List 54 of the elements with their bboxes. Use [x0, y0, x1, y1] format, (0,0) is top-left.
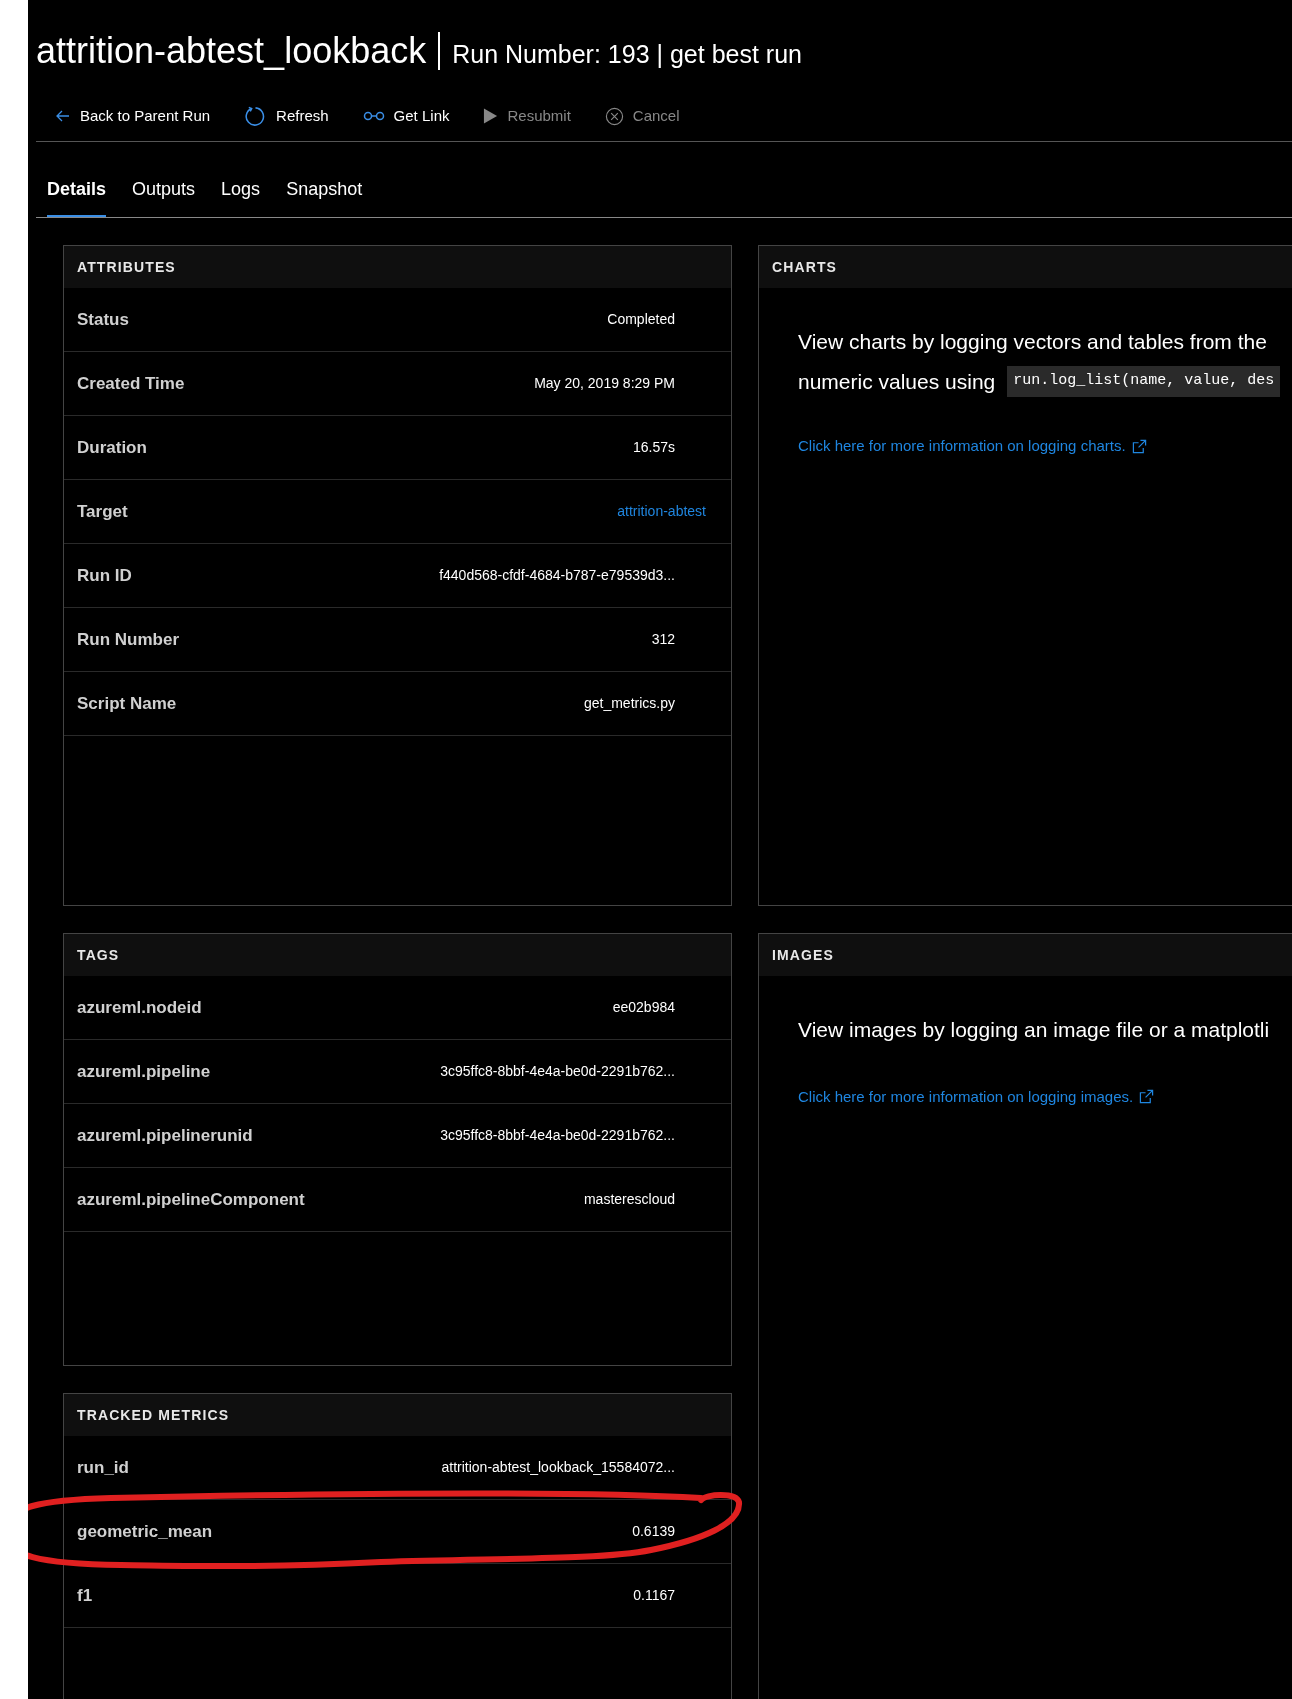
panel-heading: ATTRIBUTES: [64, 246, 731, 288]
toolbar-button[interactable]: Back to Parent Run: [55, 104, 211, 128]
row-value: 3c95ffc8-8bbf-4e4a-be0d-2291b762...: [440, 1126, 675, 1145]
row-label: Status: [77, 308, 129, 331]
row-value: ee02b984: [612, 998, 675, 1017]
row-label: Created Time: [77, 372, 185, 395]
link-icon: [362, 111, 385, 121]
page-subtitle: Run Number: 193 | get best run: [452, 39, 802, 70]
toolbar-button[interactable]: Refresh: [244, 104, 329, 128]
external-link-icon: [1139, 1089, 1155, 1105]
row-value: 3c95ffc8-8bbf-4e4a-be0d-2291b762...: [440, 1062, 675, 1081]
title-separator: [438, 32, 441, 70]
charts-description: numeric values using: [798, 368, 996, 395]
info-link[interactable]: Click here for more information on logging charts.: [798, 435, 1147, 458]
row-value: 312: [651, 630, 675, 649]
tab[interactable]: Logs: [221, 174, 261, 217]
row-label: Run ID: [77, 564, 132, 587]
row-value: 16.57s: [632, 438, 675, 457]
panel-heading: IMAGES: [759, 934, 1292, 976]
back-arrow-icon: [55, 108, 71, 124]
row-label: Script Name: [77, 692, 177, 715]
row-value: masterescloud: [583, 1190, 675, 1209]
row-value: May 20, 2019 8:29 PM: [534, 374, 675, 393]
code-snippet: run.log_list(name, value, des: [1007, 366, 1281, 397]
row-label: geometric_mean: [77, 1520, 213, 1543]
page-title: attrition-abtest_lookback: [36, 29, 427, 73]
tab[interactable]: Snapshot: [286, 174, 363, 217]
row-label: azureml.pipelinerunid: [77, 1124, 253, 1147]
row-value: attrition-abtest_lookback_15584072...: [441, 1458, 675, 1477]
external-link-icon: [1131, 438, 1147, 454]
toolbar-button[interactable]: Get Link: [362, 104, 450, 128]
row-value: Completed: [607, 310, 675, 329]
row-label: Target: [77, 500, 128, 523]
panel-heading: TAGS: [64, 934, 731, 976]
panel-heading: TRACKED METRICS: [64, 1394, 731, 1436]
row-label: Duration: [77, 436, 147, 459]
row-label: run_id: [77, 1456, 129, 1479]
row-label: azureml.pipeline: [77, 1060, 211, 1083]
panel-heading: CHARTS: [759, 246, 1292, 288]
row-label: azureml.pipelineComponent: [77, 1188, 305, 1211]
row-label: azureml.nodeid: [77, 996, 202, 1019]
cancel-icon: [604, 106, 624, 126]
row-label: Run Number: [77, 628, 179, 651]
play-icon: [483, 107, 499, 125]
row-label: f1: [77, 1584, 93, 1607]
row-value: 0.1167: [633, 1586, 675, 1605]
row-value: f440d568-cfdf-4684-b787-e79539d3...: [439, 566, 675, 585]
tab[interactable]: Outputs: [132, 174, 196, 217]
info-link[interactable]: Click here for more information on logging images.: [798, 1085, 1155, 1108]
row-value: get_metrics.py: [583, 694, 675, 713]
target-link[interactable]: attrition-abtest: [617, 501, 706, 522]
row-value: 0.6139: [632, 1522, 675, 1541]
charts-description: View charts by logging vectors and tables from the: [798, 329, 1268, 355]
images-description: View images by logging an image file or a matplotli: [798, 1017, 1271, 1043]
